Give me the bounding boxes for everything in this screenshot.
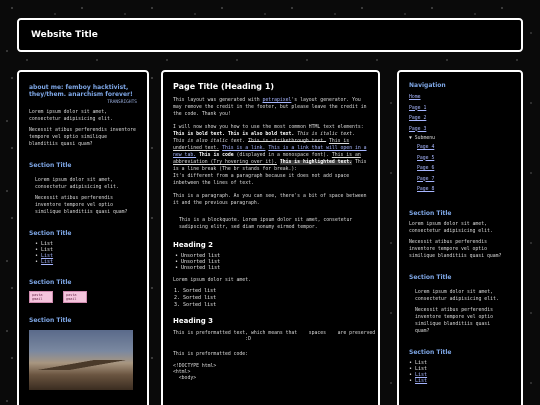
left-paragraph: Lorem ipsum dolor sit amet, consectetur …: [29, 110, 113, 122]
nav-link-home[interactable]: Home: [409, 93, 511, 104]
right-list: List List List List: [409, 360, 511, 384]
list-item[interactable]: List: [409, 378, 511, 384]
about-me-heading: about me: femboy hacktivist, they/them. …: [29, 84, 133, 98]
main-content: Page Title (Heading 1) This layout was g…: [161, 70, 380, 405]
site-header: Website Title: [17, 18, 523, 52]
nav-link-page-2[interactable]: Page 2: [409, 114, 511, 125]
heading-3: Heading 3: [173, 317, 214, 325]
intro-paragraph: This layout was generated with petrapixe…: [173, 98, 367, 117]
button-badge[interactable]: pasta gmail: [29, 291, 53, 303]
list-item: Sorted list: [183, 302, 368, 309]
right-sidebar: Navigation Home Page 1 Page 2 Page 3 ▼ S…: [397, 70, 523, 405]
list-item: Unsorted list: [175, 265, 368, 271]
submenu-toggle[interactable]: ▼ Submenu: [409, 135, 511, 143]
code-block: <!DOCTYPE html> <html> <body>: [173, 364, 217, 381]
example-link[interactable]: This is a link.: [222, 146, 265, 151]
elements-paragraph: I will now show you how to use the most …: [173, 125, 367, 186]
left-list: List List List List: [29, 241, 137, 265]
paragraph: This is a paragraph. As you can see, the…: [173, 194, 367, 206]
left-quote: Necessit atibus perferendis inventore te…: [35, 196, 128, 215]
nav-link-page-7[interactable]: Page 7: [417, 175, 511, 186]
preformatted-text: This is preformatted text, which means t…: [173, 331, 376, 342]
section-title: Section Title: [409, 348, 452, 356]
left-quote: Lorem ipsum dolor sit amet, consectetur …: [35, 178, 119, 190]
page-title: Page Title (Heading 1): [173, 82, 275, 91]
nav-link-page-1[interactable]: Page 1: [409, 104, 511, 115]
blockquote: This is a blockquote. Lorem ipsum dolor …: [179, 218, 353, 230]
navigation-menu: Home Page 1 Page 2 Page 3 ▼ Submenu Page…: [409, 93, 511, 196]
navigation-title: Navigation: [409, 82, 446, 89]
lorem-line: Lorem ipsum dolor sit amet.: [173, 278, 251, 283]
left-paragraph: Necessit atibus perferendis inventore te…: [29, 128, 136, 147]
transrights-tag: TRANSRIGHTS: [107, 100, 137, 105]
right-paragraph: Lorem ipsum dolor sit amet, consectetur …: [409, 221, 493, 234]
list-item: Sorted list: [183, 288, 368, 295]
nav-link-page-8[interactable]: Page 8: [417, 185, 511, 196]
left-sidebar: about me: femboy hacktivist, they/them. …: [17, 70, 149, 405]
landscape-photo: [29, 330, 133, 390]
section-title: Section Title: [29, 317, 72, 324]
section-title: Section Title: [409, 273, 452, 281]
petrapixel-link[interactable]: petrapixel: [263, 98, 292, 103]
section-title: Section Title: [29, 279, 72, 286]
heading-2: Heading 2: [173, 241, 214, 249]
list-item: Sorted list: [183, 295, 368, 302]
site-title: Website Title: [31, 30, 98, 40]
right-quote: Necessit atibus perferendis inventore te…: [415, 307, 493, 334]
button-badge[interactable]: pasta gmail: [63, 291, 87, 303]
nav-link-page-4[interactable]: Page 4: [417, 143, 511, 154]
sorted-list: Sorted list Sorted list Sorted list: [173, 288, 368, 309]
nav-link-page-5[interactable]: Page 5: [417, 154, 511, 165]
right-paragraph: Necessit atibus perferendis inventore te…: [409, 239, 502, 259]
submenu-list: Page 4 Page 5 Page 6 Page 7 Page 8: [409, 143, 511, 196]
nav-link-page-3[interactable]: Page 3: [409, 125, 511, 136]
badge-row: pasta gmail pasta gmail: [29, 291, 137, 303]
section-title: Section Title: [29, 162, 72, 169]
section-title: Section Title: [409, 209, 452, 217]
list-item[interactable]: List: [35, 259, 131, 265]
section-title: Section Title: [29, 230, 72, 237]
preformatted-code-label: This is preformatted code:: [173, 352, 249, 357]
right-quote: Lorem ipsum dolor sit amet, consectetur …: [415, 289, 499, 302]
unsorted-list: Unsorted list Unsorted list Unsorted lis…: [173, 253, 368, 271]
nav-link-page-6[interactable]: Page 6: [417, 164, 511, 175]
